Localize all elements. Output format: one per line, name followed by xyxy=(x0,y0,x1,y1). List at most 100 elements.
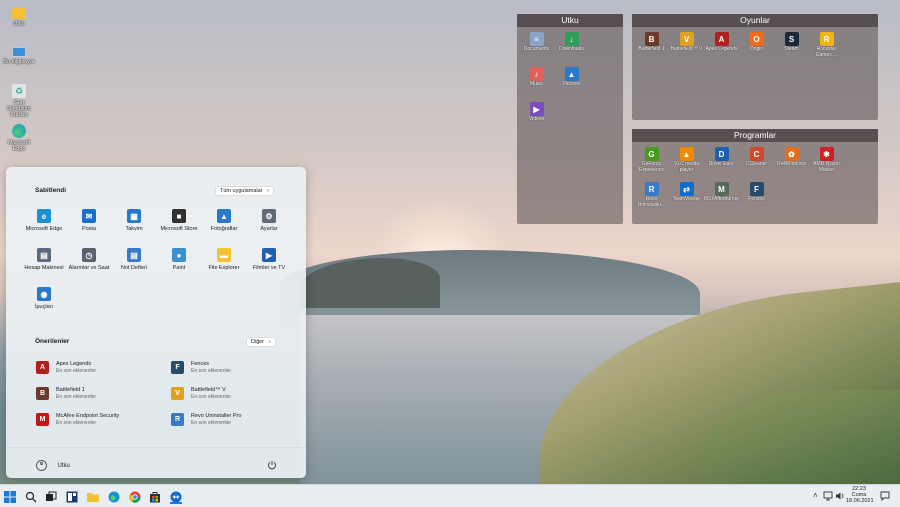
edge-taskbar-button[interactable] xyxy=(108,490,120,503)
pinned-app-i-pu-lar[interactable]: ◉ İpuçları xyxy=(22,287,66,310)
pinned-app-paint[interactable]: ● Paint xyxy=(157,248,201,271)
fence-item-label: Steam xyxy=(784,46,799,52)
recommended-item-fences[interactable]: F Fences En son eklenenler xyxy=(171,360,296,376)
widgets-button[interactable] xyxy=(66,490,78,503)
power-button[interactable] xyxy=(267,457,279,470)
paint-icon: ● xyxy=(172,248,186,262)
recommended-item-battlefield-v[interactable]: V Battlefield™ V En son eklenenler xyxy=(171,386,296,402)
fence-item-label: Driver Easy xyxy=(708,161,735,167)
fence-item-videos[interactable]: ▶ Videos xyxy=(519,100,554,135)
fence-item-rockstar-games[interactable]: R Rockstar Games ... xyxy=(809,30,844,65)
pinned-app-label: Takvim xyxy=(125,226,143,232)
pinned-app-microsoft-edge[interactable]: e Microsoft Edge xyxy=(22,209,66,232)
recommended-item-battlefield-1[interactable]: B Battlefield 1 En son eklenenler xyxy=(36,386,161,402)
fence-item-teamviewer[interactable]: ⇄ TeamViewer xyxy=(669,180,704,215)
pinned-app-not-defteri[interactable]: ▤ Not Defteri xyxy=(112,248,156,271)
store-taskbar-button[interactable] xyxy=(149,490,161,503)
recommended-item-revo-uninstaller-pro[interactable]: R Revo Uninstaller Pro En son eklenenler xyxy=(171,412,296,428)
file-explorer-taskbar-button[interactable] xyxy=(87,490,99,502)
fence-item-ccleaner[interactable]: C CCleaner xyxy=(739,145,774,180)
fence-item-msi-afterburner[interactable]: M MSI Afterburner xyxy=(704,180,739,215)
microsoft-store-icon: ■ xyxy=(172,209,186,223)
fence-item-amd-ryzen-master[interactable]: ✱ AMD Ryzen Master xyxy=(809,145,844,180)
more-button[interactable]: Diğer › xyxy=(246,337,276,347)
teamviewer-taskbar-button[interactable] xyxy=(170,490,182,504)
start-button[interactable] xyxy=(4,490,16,503)
desktop-icon-recycle-bin[interactable]: ♻ Geri Dönüşüm Kutusu xyxy=(2,84,36,118)
folder-icon xyxy=(12,8,26,19)
pinned-app-label: Not Defteri xyxy=(120,265,148,271)
pinned-app-label: Hesap Makinesi xyxy=(24,265,64,271)
fence-item-downloads[interactable]: ↓ Downloads xyxy=(554,30,589,65)
battlefield-v-icon: V xyxy=(171,387,184,400)
pinned-app-takvim[interactable]: ▦ Takvim xyxy=(112,209,156,232)
not-defteri-icon: ▤ xyxy=(127,248,141,262)
fence-item-ds4windows[interactable]: ✿ Ds4Windows xyxy=(774,145,809,180)
folder-icon xyxy=(87,493,99,502)
fence-item-label: Origin xyxy=(749,46,764,52)
fence-item-origin[interactable]: O Origin xyxy=(739,30,774,65)
recommended-item-apex-legends[interactable]: A Apex Legends En son eklenenler xyxy=(36,360,161,376)
chevron-up-icon[interactable]: ˄ xyxy=(813,491,818,500)
desktop-icon-edge[interactable]: Microsoft Edge xyxy=(2,124,36,152)
recommended-title: Revo Uninstaller Pro xyxy=(191,413,242,419)
recommended-item-mcafee-endpoint-security[interactable]: M McAfee Endpoint Security En son eklenenl… xyxy=(36,412,161,428)
recycle-bin-icon: ♻ xyxy=(12,84,26,98)
music-icon: ♪ xyxy=(529,67,544,81)
recommended-heading: Önerilenler xyxy=(35,338,70,345)
chrome-taskbar-button[interactable] xyxy=(129,490,141,503)
fence-item-label: CCleaner xyxy=(745,161,768,167)
fence-item-vlc-media-player[interactable]: ▲ VLC media player xyxy=(669,145,704,180)
fence-oyunlar[interactable]: Oyunlar B Battlefield 1 V Battlefield™ V A Ap… xyxy=(632,14,878,120)
clock-date: 18.06.2021 xyxy=(846,498,874,504)
fence-programlar[interactable]: Programlar G GeForce Experience ▲ VLC media… xyxy=(632,129,878,224)
origin-icon: O xyxy=(749,32,764,46)
pinned-app-label: İpuçları xyxy=(34,304,54,310)
pinned-app-label: File Explorer xyxy=(208,265,240,271)
fence-item-pictures[interactable]: ▲ Pictures xyxy=(554,65,589,100)
fence-item-label: Rockstar Games ... xyxy=(815,46,838,58)
fence-item-documents[interactable]: ≡ Documents xyxy=(519,30,554,65)
store-icon xyxy=(150,492,160,503)
fence-item-label: Music xyxy=(529,81,544,87)
revo-uninstaller-icon: R xyxy=(644,182,659,196)
fence-item-battlefield-1[interactable]: B Battlefield 1 xyxy=(634,30,669,65)
notification-icon[interactable] xyxy=(880,491,890,501)
fence-item-revo-uninstaller[interactable]: R Revo Uninstaller... xyxy=(634,180,669,215)
fence-item-label: AMD Ryzen Master xyxy=(813,161,840,173)
pinned-app-alarmlar-ve-saat[interactable]: ◷ Alarmlar ve Saat xyxy=(67,248,111,271)
pinned-app-filmler-ve-tv[interactable]: ▶ Filmler ve TV xyxy=(247,248,291,271)
volume-icon[interactable] xyxy=(835,491,845,501)
task-view-button[interactable] xyxy=(45,490,57,502)
battlefield-1-icon: B xyxy=(36,387,49,400)
teamviewer-icon: ⇄ xyxy=(679,182,694,196)
fence-item-label: Pictures xyxy=(562,81,581,87)
clock[interactable]: 22:23 Cuma 18.06.2021 xyxy=(846,486,874,504)
fence-item-geforce-experience[interactable]: G GeForce Experience xyxy=(634,145,669,180)
pinned-app-microsoft-store[interactable]: ■ Microsoft Store xyxy=(157,209,201,232)
user-account-button[interactable]: Utku xyxy=(36,457,70,472)
chrome-icon xyxy=(129,491,141,503)
all-apps-button[interactable]: Tüm uygulamalar › xyxy=(215,186,274,196)
pinned-app-ayarlar[interactable]: ⚙ Ayarlar xyxy=(247,209,291,232)
fence-item-music[interactable]: ♪ Music xyxy=(519,65,554,100)
desktop-icon-utku[interactable]: Utku xyxy=(2,6,36,27)
pinned-app-file-explorer[interactable]: ▬ File Explorer xyxy=(202,248,246,271)
fence-title: Programlar xyxy=(632,129,878,142)
network-icon[interactable] xyxy=(823,491,833,501)
pinned-app-hesap-makinesi[interactable]: ▤ Hesap Makinesi xyxy=(22,248,66,271)
fence-item-label: Apex Legends xyxy=(705,46,738,52)
pinned-app-posta[interactable]: ✉ Posta xyxy=(67,209,111,232)
pinned-app-label: Ayarlar xyxy=(260,226,278,232)
recommended-subtitle: En son eklenenler xyxy=(56,368,97,374)
fence-item-apex-legends[interactable]: A Apex Legends xyxy=(704,30,739,65)
power-icon xyxy=(268,461,276,470)
fence-item-battlefield-v[interactable]: V Battlefield™ V xyxy=(669,30,704,65)
fence-item-fences[interactable]: F Fences xyxy=(739,180,774,215)
fence-item-driver-easy[interactable]: D Driver Easy xyxy=(704,145,739,180)
search-button[interactable] xyxy=(25,490,37,503)
pinned-app-foto-raflar[interactable]: ▲ Fotoğraflar xyxy=(202,209,246,232)
fence-item-steam[interactable]: S Steam xyxy=(774,30,809,65)
desktop-icon-this-pc[interactable]: Bu bilgisayar xyxy=(2,44,36,65)
fence-utku[interactable]: Utku ≡ Documents ↓ Downloads ♪ Music ▲ Pictures… xyxy=(517,14,623,224)
